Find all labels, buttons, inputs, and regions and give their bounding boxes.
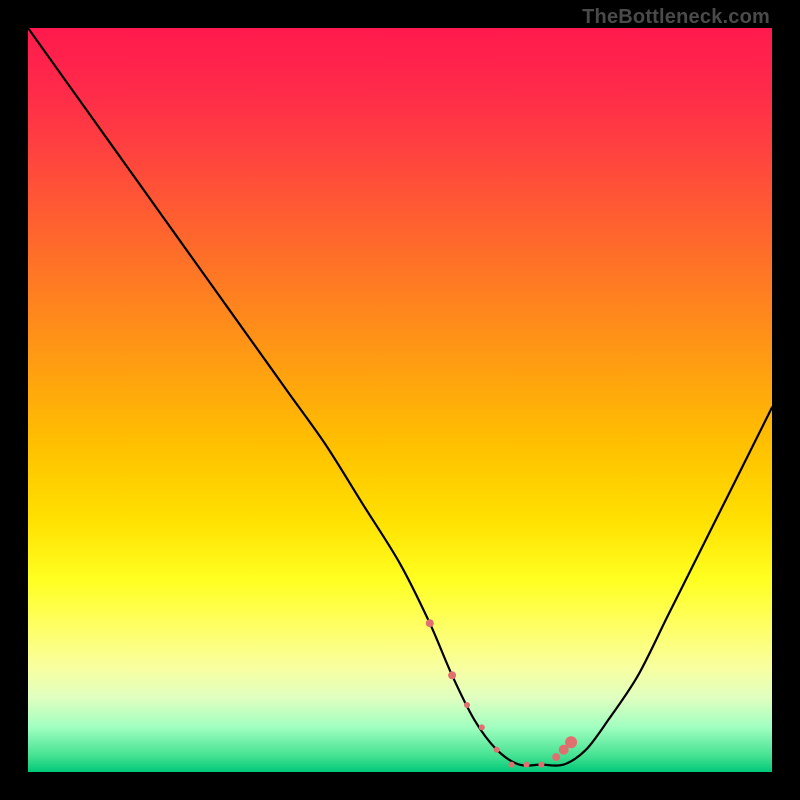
curve-svg xyxy=(28,28,772,772)
highlight-marker xyxy=(479,724,485,730)
highlight-marker xyxy=(509,762,515,768)
bottleneck-curve xyxy=(28,28,772,766)
marker-group xyxy=(426,619,577,767)
highlight-marker xyxy=(464,702,470,708)
highlight-marker xyxy=(524,762,530,768)
attribution-label: TheBottleneck.com xyxy=(582,6,770,29)
chart-frame: TheBottleneck.com xyxy=(0,0,800,800)
highlight-marker xyxy=(552,753,560,761)
plot-area xyxy=(28,28,772,772)
highlight-marker xyxy=(565,736,577,748)
highlight-marker xyxy=(426,619,434,627)
highlight-marker xyxy=(448,671,456,679)
highlight-marker xyxy=(538,762,544,768)
highlight-marker xyxy=(494,747,500,753)
